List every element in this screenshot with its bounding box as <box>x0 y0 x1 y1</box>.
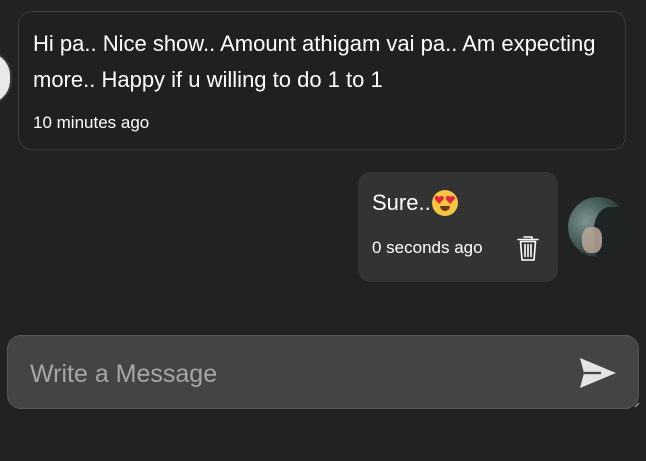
outgoing-message-meta: 0 seconds ago <box>372 234 544 262</box>
incoming-message: Hi pa.. Nice show.. Amount athigam vai p… <box>18 11 626 150</box>
outgoing-message-content: Sure.. <box>372 188 544 218</box>
user-avatar[interactable] <box>568 197 628 257</box>
outgoing-message: Sure.. 0 seconds ago <box>358 172 558 282</box>
send-icon[interactable] <box>579 356 617 390</box>
heart-eyes-emoji-icon <box>431 190 458 216</box>
message-input[interactable] <box>28 354 562 394</box>
incoming-message-time: 10 minutes ago <box>33 113 150 132</box>
chat-screen: Hi pa.. Nice show.. Amount athigam vai p… <box>0 0 646 461</box>
resize-grip-icon[interactable] <box>634 402 640 408</box>
incoming-message-text: Hi pa.. Nice show.. Amount athigam vai p… <box>33 31 596 92</box>
trash-icon[interactable] <box>516 234 540 262</box>
message-composer <box>7 335 639 409</box>
outgoing-message-time: 0 seconds ago <box>372 238 483 257</box>
outgoing-message-text: Sure.. <box>372 190 431 215</box>
sender-avatar[interactable] <box>0 50 12 106</box>
